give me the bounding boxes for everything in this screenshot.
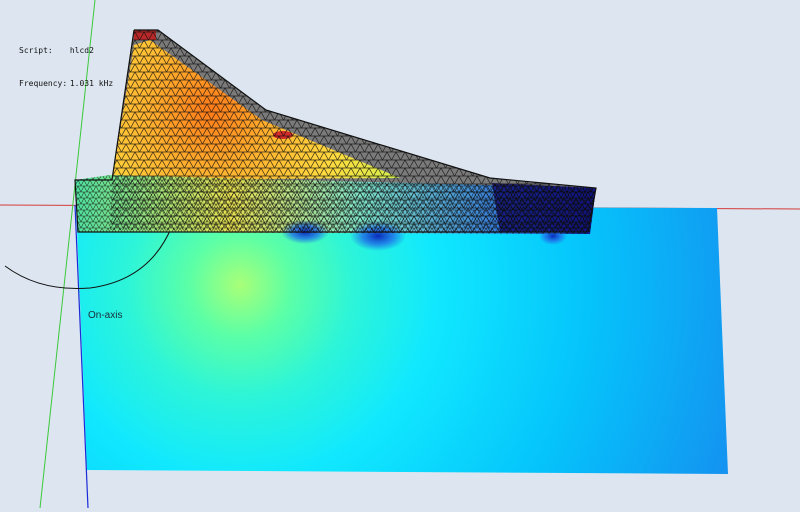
on-axis-label: On-axis — [88, 310, 123, 321]
frequency-value: 1.031 kHz — [69, 79, 114, 88]
script-label: Script: — [19, 46, 53, 55]
3d-viewport[interactable]: Script: hlcd2 Frequency: 1.031 kHz On-ax… — [0, 0, 800, 509]
simulation-render — [0, 0, 800, 509]
script-value: hlcd2 — [69, 46, 94, 55]
frequency-row: Frequency: 1.031 kHz — [19, 78, 113, 89]
pressure-field-plane — [76, 206, 728, 474]
script-row: Script: hlcd2 — [19, 45, 113, 56]
frequency-label: Frequency: — [19, 79, 68, 88]
info-overlay: Script: hlcd2 Frequency: 1.031 kHz — [19, 23, 113, 111]
